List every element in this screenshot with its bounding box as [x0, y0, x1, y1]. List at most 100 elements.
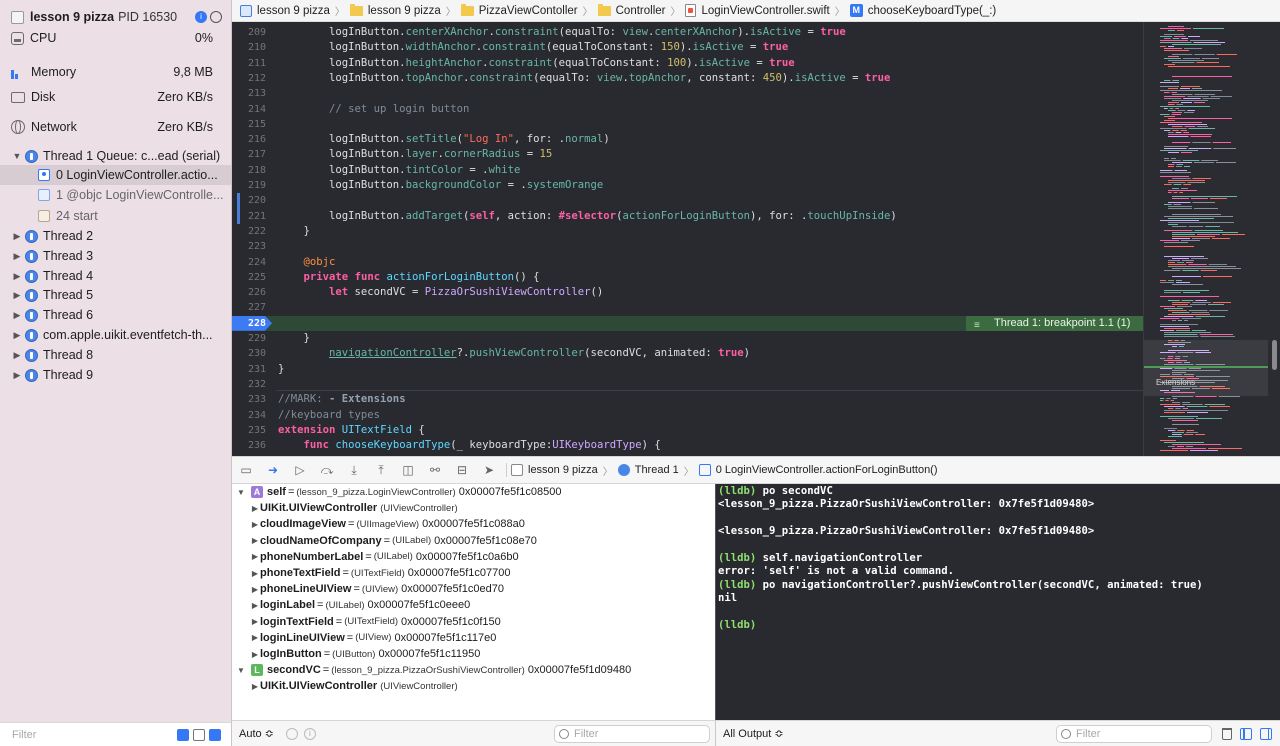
stack-frame-24[interactable]: 24 start — [0, 206, 231, 226]
variable-row[interactable]: ▼ L secondVC = (lesson_9_pizza.PizzaOrSus… — [232, 662, 715, 678]
memory-graph-icon[interactable]: ⚯ — [428, 463, 442, 477]
disclosure-closed-icon[interactable]: ▶ — [250, 552, 260, 561]
breakpoint-line[interactable]: 228 navigationController?.pushViewContro… — [232, 315, 1143, 359]
thread-filter-toggle-icon[interactable] — [209, 728, 221, 741]
disclosure-closed-icon[interactable]: ▶ — [11, 251, 23, 262]
disclosure-closed-icon[interactable]: ▶ — [250, 633, 260, 642]
variable-row[interactable]: ▶ phoneLineUIView = (UIView) 0x00007fe5f1… — [232, 581, 715, 597]
minimap[interactable]: Extensions — [1143, 22, 1268, 456]
cpu-filter-toggle-icon[interactable] — [177, 728, 189, 741]
gauge-network[interactable]: Network Zero KB/s — [0, 117, 231, 137]
disclosure-closed-icon[interactable]: ▶ — [250, 601, 260, 610]
variable-row[interactable]: ▶ UIKit.UIViewController (UIViewControll… — [232, 678, 715, 694]
disclosure-closed-icon[interactable]: ▶ — [11, 271, 23, 282]
pause-process-icon[interactable] — [210, 11, 222, 23]
jump-bar-item[interactable]: MchooseKeyboardType(_:) — [849, 4, 996, 17]
gauge-memory[interactable]: Memory 9,8 MB — [0, 58, 231, 86]
jump-bar-item[interactable]: lesson 9 pizza — [240, 4, 330, 17]
output-selector[interactable]: All Output ≎ — [723, 727, 784, 740]
jump-bar-item[interactable]: Controller — [597, 3, 665, 17]
disclosure-closed-icon[interactable]: ▶ — [11, 350, 23, 361]
disclosure-closed-icon[interactable]: ▶ — [11, 290, 23, 301]
view-debugger-icon[interactable]: ◫ — [401, 463, 415, 477]
lldb-console[interactable]: (lldb) po secondVC <lesson_9_pizza.Pizza… — [715, 484, 1280, 720]
info-icon[interactable]: i — [303, 727, 316, 740]
code-line: 218 logInButton.tintColor = .white — [247, 163, 521, 176]
editor-scrollbar[interactable] — [1268, 22, 1280, 456]
console-filter-input[interactable]: Filter — [1056, 724, 1212, 743]
variable-row[interactable]: ▶ UIKit.UIViewController (UIViewControll… — [232, 500, 715, 516]
variable-row[interactable]: ▶ loginLabel = (UILabel) 0x00007fe5f1c0ee… — [232, 597, 715, 613]
thread-row[interactable]: ▶ com.apple.uikit.eventfetch-th... — [0, 325, 231, 345]
gauge-disk[interactable]: Disk Zero KB/s — [0, 87, 231, 107]
breakpoints-toggle-icon[interactable]: ➜ — [266, 463, 280, 477]
variable-row[interactable]: ▶ logInButton = (UIButton) 0x00007fe5f1c1… — [232, 646, 715, 662]
debug-crumb-frame[interactable]: 0 LoginViewController.actionForLoginButt… — [716, 464, 938, 476]
gauge-cpu[interactable]: CPU 0% — [0, 28, 231, 48]
navigator-filter-input[interactable]: Filter — [12, 729, 177, 741]
jump-bar-item[interactable]: LoginViewController.swift — [685, 4, 830, 17]
disclosure-closed-icon[interactable]: ▶ — [11, 370, 23, 381]
info-icon[interactable]: i — [195, 11, 207, 23]
eye-icon[interactable] — [285, 727, 298, 740]
process-row[interactable]: lesson 9 pizza PID 16530 i — [0, 7, 231, 27]
disclosure-closed-icon[interactable]: ▶ — [250, 569, 260, 578]
minimap-code-stroke — [1164, 96, 1186, 97]
disclosure-closed-icon[interactable]: ▶ — [250, 504, 260, 513]
disclosure-open-icon[interactable]: ▼ — [236, 488, 246, 497]
variable-row[interactable]: ▶ phoneNumberLabel = (UILabel) 0x00007fe5… — [232, 549, 715, 565]
variables-filter-input[interactable]: Filter — [554, 724, 710, 743]
jump-bar-item[interactable]: lesson 9 pizza — [349, 3, 441, 17]
variables-scope-selector[interactable]: Auto ≎ — [239, 727, 274, 740]
trash-icon[interactable] — [1222, 727, 1232, 740]
environment-overrides-icon[interactable]: ⊟ — [455, 463, 469, 477]
hide-debug-area-icon[interactable]: ▭ — [239, 463, 253, 477]
stack-frame-0[interactable]: 0 LoginViewController.actio... — [0, 165, 231, 185]
thread-row[interactable]: ▶ Thread 5 — [0, 285, 231, 305]
disclosure-open-icon[interactable]: ▼ — [11, 151, 23, 161]
disclosure-closed-icon[interactable]: ▶ — [11, 310, 23, 321]
show-variables-pane-icon[interactable] — [1240, 727, 1252, 740]
continue-icon[interactable]: ▷ — [293, 463, 307, 477]
disclosure-closed-icon[interactable]: ▶ — [250, 682, 260, 691]
variable-row[interactable]: ▶ loginLineUIView = (UIView) 0x00007fe5f1… — [232, 630, 715, 646]
disclosure-closed-icon[interactable]: ▶ — [250, 617, 260, 626]
show-console-pane-icon[interactable] — [1260, 727, 1272, 740]
variable-row[interactable]: ▶ phoneTextField = (UITextField) 0x00007f… — [232, 565, 715, 581]
disclosure-closed-icon[interactable]: ▶ — [11, 330, 23, 341]
minimap-viewport[interactable] — [1144, 340, 1268, 396]
breakpoint-banner[interactable]: ≡ Thread 1: breakpoint 1.1 (1) — [966, 315, 1143, 331]
thread-row[interactable]: ▶ Thread 6 — [0, 305, 231, 325]
disclosure-closed-icon[interactable]: ▶ — [250, 650, 260, 659]
disclosure-closed-icon[interactable]: ▶ — [250, 520, 260, 529]
debug-crumb-thread[interactable]: Thread 1 — [635, 464, 679, 476]
disclosure-closed-icon[interactable]: ▶ — [250, 536, 260, 545]
disclosure-closed-icon[interactable]: ▶ — [11, 231, 23, 242]
console-prompt-line[interactable]: (lldb) — [718, 619, 756, 632]
source-editor[interactable]: 209 logInButton.centerXAnchor.constraint… — [232, 22, 1143, 456]
thread-1-row[interactable]: ▼ Thread 1 Queue: c...ead (serial) — [0, 146, 231, 166]
process-filter-toggle-icon[interactable] — [193, 728, 205, 741]
scrollbar-thumb[interactable] — [1272, 340, 1277, 370]
debug-crumb-process[interactable]: lesson 9 pizza — [528, 464, 598, 476]
variable-row[interactable]: ▶ cloudNameOfCompany = (UILabel) 0x00007f… — [232, 533, 715, 549]
thread-row[interactable]: ▶ Thread 2 — [0, 226, 231, 246]
disclosure-open-icon[interactable]: ▼ — [236, 666, 246, 675]
thread-row[interactable]: ▶ Thread 8 — [0, 345, 231, 365]
step-over-icon[interactable]: ⤼ — [320, 463, 334, 477]
simulate-location-icon[interactable]: ➤ — [482, 463, 496, 477]
disclosure-closed-icon[interactable]: ▶ — [250, 585, 260, 594]
thread-row[interactable]: ▶ Thread 9 — [0, 365, 231, 385]
step-out-icon[interactable]: ⤒ — [374, 463, 388, 477]
step-into-icon[interactable]: ⤓ — [347, 463, 361, 477]
variable-row[interactable]: ▼ A self = (lesson_9_pizza.LoginViewContr… — [232, 484, 715, 500]
variable-row[interactable]: ▶ cloudImageView = (UIImageView) 0x00007f… — [232, 516, 715, 532]
stack-frame-1[interactable]: 1 @objc LoginViewControlle... — [0, 185, 231, 205]
variables-view[interactable]: ▼ A self = (lesson_9_pizza.LoginViewContr… — [232, 484, 715, 720]
thread-row[interactable]: ▶ Thread 3 — [0, 246, 231, 266]
thread-row[interactable]: ▶ Thread 4 — [0, 266, 231, 286]
breakpoint-marker[interactable]: 228 — [232, 315, 272, 331]
variable-row[interactable]: ▶ loginTextField = (UITextField) 0x00007f… — [232, 614, 715, 630]
thread-icon — [25, 229, 38, 243]
jump-bar-item[interactable]: PizzaViewContoller — [460, 3, 578, 17]
